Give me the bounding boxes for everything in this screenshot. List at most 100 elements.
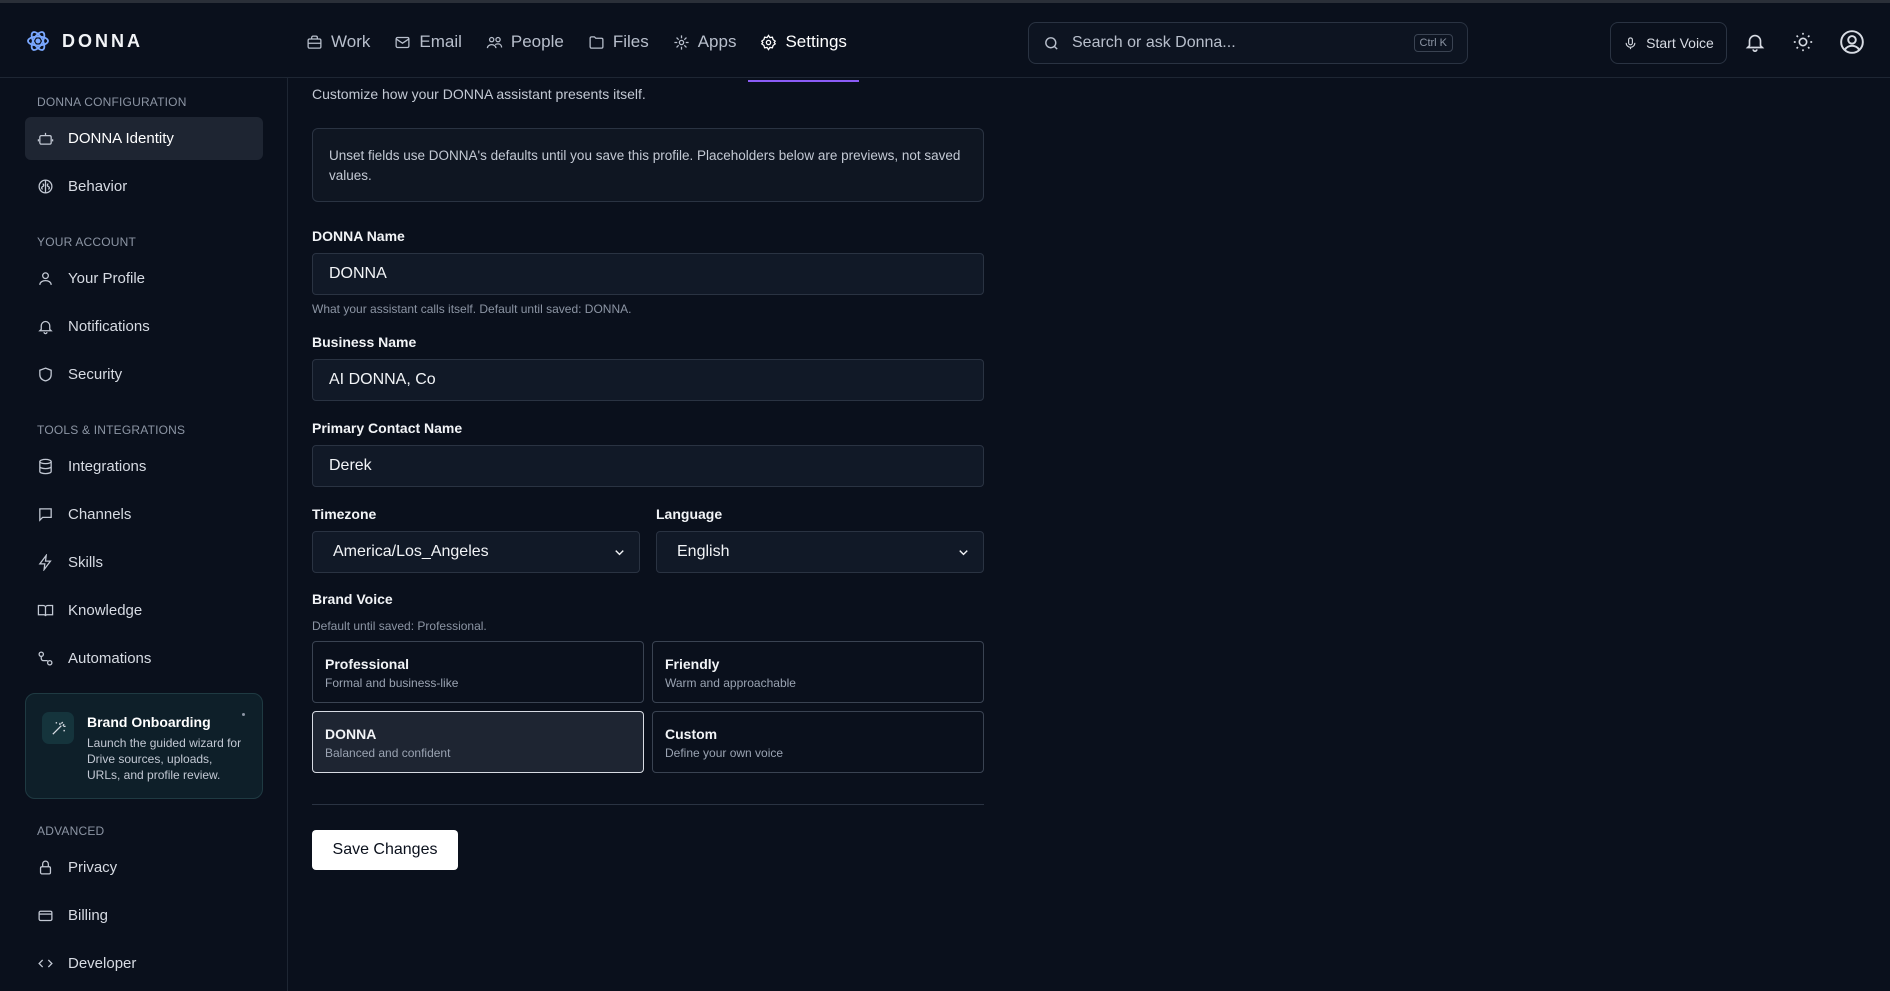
sidebar-item-label: Your Profile xyxy=(68,270,145,287)
nav-apps[interactable]: Apps xyxy=(661,3,749,81)
sidebar-item-automations[interactable]: Automations xyxy=(25,637,263,680)
gear-icon xyxy=(761,33,777,51)
sidebar-item-skills[interactable]: Skills xyxy=(25,541,263,584)
shield-icon xyxy=(39,367,52,382)
save-changes-button[interactable]: Save Changes xyxy=(312,830,458,870)
brand-voice-label: Brand Voice xyxy=(312,591,393,607)
language-value: English xyxy=(677,543,730,560)
main-nav: Work Email People Files Apps Settings xyxy=(294,3,860,82)
donna-name-input[interactable] xyxy=(312,253,984,295)
sidebar-item-notifications[interactable]: Notifications xyxy=(25,305,263,348)
voice-option-donna[interactable]: DONNA Balanced and confident xyxy=(312,711,644,773)
search-input[interactable] xyxy=(1072,34,1402,52)
brain-icon xyxy=(38,179,53,194)
nav-label: Work xyxy=(331,32,371,51)
language-label: Language xyxy=(656,506,723,522)
sidebar-item-your-profile[interactable]: Your Profile xyxy=(25,257,263,300)
dismiss-dot-icon[interactable] xyxy=(242,713,245,716)
voice-option-desc: Formal and business-like xyxy=(325,676,459,690)
nav-work[interactable]: Work xyxy=(294,3,382,81)
sidebar-item-privacy[interactable]: Privacy xyxy=(25,846,263,889)
timezone-label: Timezone xyxy=(312,506,377,522)
nav-label: Email xyxy=(419,32,462,51)
nav-files[interactable]: Files xyxy=(576,3,661,81)
briefcase-icon xyxy=(307,34,322,49)
sidebar-item-channels[interactable]: Channels xyxy=(25,493,263,536)
credit-card-icon xyxy=(38,910,53,922)
donna-logo-icon xyxy=(27,31,49,51)
book-icon xyxy=(37,604,54,617)
defaults-notice: Unset fields use DONNA's defaults until … xyxy=(312,128,984,202)
business-name-input[interactable] xyxy=(312,359,984,401)
user-circle-icon xyxy=(1840,30,1864,54)
lightning-icon xyxy=(38,554,52,571)
contact-name-label: Primary Contact Name xyxy=(312,420,463,436)
section-label: ADVANCED xyxy=(37,824,105,838)
sidebar-item-integrations[interactable]: Integrations xyxy=(25,445,263,488)
bell-icon xyxy=(38,320,53,335)
nav-email[interactable]: Email xyxy=(382,3,474,81)
brand[interactable]: DONNA xyxy=(26,29,143,53)
magic-wand-icon xyxy=(42,712,74,744)
nav-label: Settings xyxy=(785,32,847,51)
brand-voice-hint: Default until saved: Professional. xyxy=(312,619,487,633)
lock-icon xyxy=(39,860,52,875)
page-subtitle: Customize how your DONNA assistant prese… xyxy=(312,86,646,102)
sidebar-item-billing[interactable]: Billing xyxy=(25,894,263,937)
nav-people[interactable]: People xyxy=(474,3,576,81)
microphone-icon xyxy=(1625,36,1636,49)
nav-label: People xyxy=(510,32,564,51)
section-label: TOOLS & INTEGRATIONS xyxy=(37,423,186,437)
voice-option-title: Custom xyxy=(665,726,718,742)
database-icon xyxy=(39,458,52,475)
sidebar-item-donna-identity[interactable]: DONNA Identity xyxy=(25,117,263,160)
voice-option-desc: Balanced and confident xyxy=(325,746,451,760)
sidebar-item-label: Channels xyxy=(68,506,132,523)
chevron-down-icon xyxy=(615,549,624,555)
sidebar-item-label: Behavior xyxy=(68,178,128,195)
robot-icon xyxy=(37,132,54,145)
start-voice-button[interactable]: Start Voice xyxy=(1610,22,1727,64)
sidebar-item-label: Knowledge xyxy=(68,602,143,619)
sidebar-item-security[interactable]: Security xyxy=(25,353,263,396)
search-icon xyxy=(1045,36,1058,50)
sidebar-item-label: DONNA Identity xyxy=(68,130,174,147)
sidebar-item-label: Integrations xyxy=(68,458,147,475)
onboarding-title: Brand Onboarding xyxy=(87,714,211,730)
message-square-icon xyxy=(39,508,52,522)
brand-name: DONNA xyxy=(62,30,143,51)
sun-icon xyxy=(1793,32,1813,52)
user-icon xyxy=(39,272,52,285)
language-select[interactable]: English xyxy=(656,531,984,573)
brand-onboarding-card[interactable]: Brand Onboarding Launch the guided wizar… xyxy=(25,693,263,799)
people-icon xyxy=(486,36,503,48)
sidebar-item-label: Developer xyxy=(68,955,137,972)
nav-settings[interactable]: Settings xyxy=(748,3,860,82)
voice-option-desc: Warm and approachable xyxy=(665,676,796,690)
workflow-icon xyxy=(38,651,53,666)
sidebar-item-label: Billing xyxy=(68,907,109,924)
donna-name-hint: What your assistant calls itself. Defaul… xyxy=(312,302,632,316)
divider xyxy=(312,804,984,805)
user-account-button[interactable] xyxy=(1839,29,1865,55)
nav-label: Apps xyxy=(697,32,737,51)
theme-toggle-button[interactable] xyxy=(1792,31,1814,53)
voice-option-professional[interactable]: Professional Formal and business-like xyxy=(312,641,644,703)
sidebar-item-behavior[interactable]: Behavior xyxy=(25,165,263,208)
voice-option-friendly[interactable]: Friendly Warm and approachable xyxy=(652,641,984,703)
contact-name-input[interactable] xyxy=(312,445,984,487)
search-shortcut-badge: Ctrl K xyxy=(1413,34,1453,52)
sidebar-item-label: Privacy xyxy=(68,859,118,876)
sidebar-item-knowledge[interactable]: Knowledge xyxy=(25,589,263,632)
sidebar-item-developer[interactable]: Developer xyxy=(25,942,263,985)
voice-option-custom[interactable]: Custom Define your own voice xyxy=(652,711,984,773)
voice-option-desc: Define your own voice xyxy=(665,746,784,760)
donna-name-label: DONNA Name xyxy=(312,228,405,244)
section-label: DONNA CONFIGURATION xyxy=(37,95,187,109)
notifications-bell-button[interactable] xyxy=(1744,31,1766,53)
sidebar-item-label: Security xyxy=(68,366,123,383)
timezone-select[interactable]: America/Los_Angeles xyxy=(312,531,640,573)
onboarding-description: Launch the guided wizard for Drive sourc… xyxy=(87,736,242,782)
code-icon xyxy=(38,959,53,968)
mail-icon xyxy=(395,36,410,48)
